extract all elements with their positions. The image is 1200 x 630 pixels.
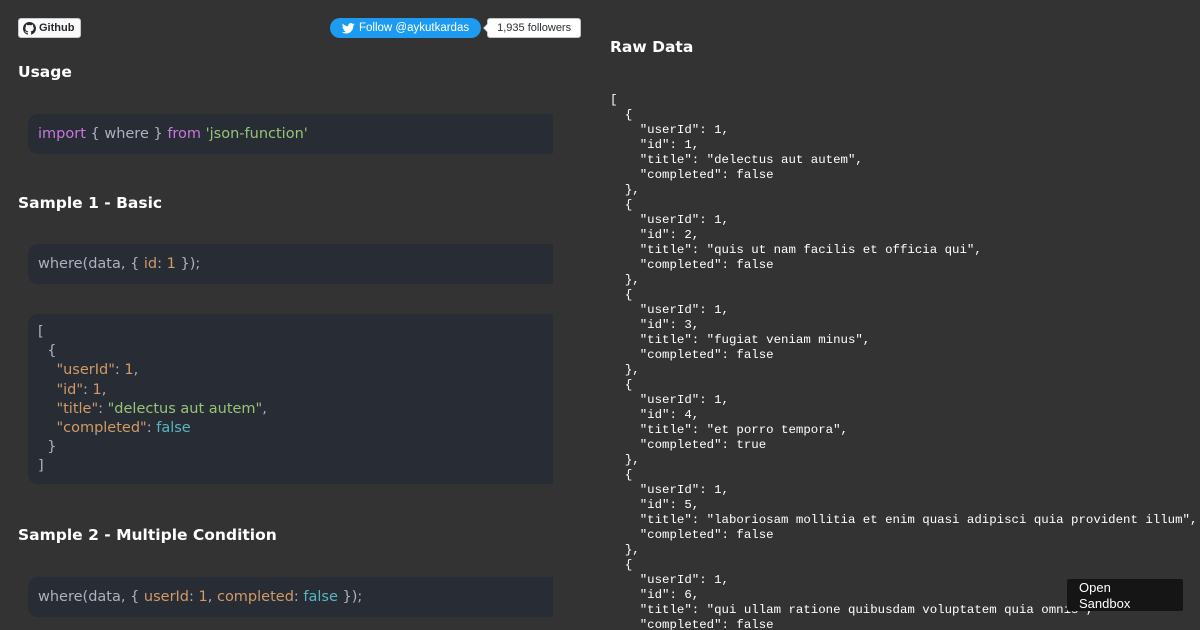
open-sandbox-button[interactable]: Open Sandbox xyxy=(1067,579,1183,611)
code-token: : xyxy=(83,381,93,398)
code-token: where(data, { xyxy=(38,256,144,272)
code-token: 1 xyxy=(124,362,134,379)
sample1-code-block: where(data, { id: 1 }); xyxy=(28,244,553,284)
code-line: ] xyxy=(38,457,553,476)
code-token: 1 xyxy=(166,256,176,272)
left-panel: Github Follow @aykutkardas 1,935 followe… xyxy=(0,0,590,630)
code-token: : xyxy=(98,400,108,417)
code-token: : xyxy=(114,362,125,379)
code-token: "userId" xyxy=(56,362,115,379)
code-token: } xyxy=(38,439,57,456)
code-token: id xyxy=(143,256,158,272)
code-token: import xyxy=(38,126,86,142)
code-token: : xyxy=(293,589,304,605)
code-token: 1 xyxy=(198,589,208,605)
code-token: : xyxy=(189,589,199,605)
code-token: from xyxy=(167,126,202,142)
page: Github Follow @aykutkardas 1,935 followe… xyxy=(0,0,1200,630)
code-token: "title" xyxy=(56,400,99,417)
sample2-heading: Sample 2 - Multiple Condition xyxy=(18,526,277,544)
code-line: [ xyxy=(38,323,553,342)
github-label: Github xyxy=(39,22,75,34)
code-token: , xyxy=(133,362,139,379)
code-token: "delectus aut autem" xyxy=(107,400,263,417)
code-line: { xyxy=(38,342,553,361)
code-token: , xyxy=(101,381,107,398)
followers-count[interactable]: 1,935 followers xyxy=(483,18,582,38)
code-line: } xyxy=(38,438,553,457)
raw-data-panel: Raw Data [ { "userId": 1, "id": 1, "titl… xyxy=(598,0,1200,630)
code-line: "title": "delectus aut autem", xyxy=(38,400,553,419)
open-sandbox-label-line1: Open xyxy=(1079,580,1111,595)
code-token: }); xyxy=(175,256,201,272)
code-line: "id": 1, xyxy=(38,381,553,400)
github-icon xyxy=(23,21,36,35)
code-token: : xyxy=(157,256,167,272)
code-token: 1 xyxy=(92,381,102,398)
code-token: { xyxy=(38,343,57,360)
twitter-follow-button[interactable]: Follow @aykutkardas xyxy=(330,18,482,38)
usage-heading: Usage xyxy=(18,63,72,81)
code-token: , xyxy=(262,400,267,417)
twitter-follow-widget: Follow @aykutkardas 1,935 followers xyxy=(330,18,582,38)
open-sandbox-label-line2: Sandbox xyxy=(1079,596,1131,611)
sample1-result-block: [ { "userId": 1, "id": 1, "title": "dele… xyxy=(28,314,553,484)
code-token: "completed" xyxy=(56,420,147,437)
code-line: "completed": false xyxy=(38,419,553,438)
code-token: "id" xyxy=(56,381,84,398)
sample1-heading: Sample 1 - Basic xyxy=(18,194,163,212)
code-token: 'json-function' xyxy=(205,126,308,142)
code-token: false xyxy=(156,420,191,437)
code-token: userId xyxy=(143,589,190,605)
usage-code-block: import { where } from 'json-function' xyxy=(28,114,553,154)
raw-data-heading: Raw Data xyxy=(610,38,694,56)
code-token: where(data, { xyxy=(38,589,144,605)
code-token: ] xyxy=(38,458,44,475)
code-token: , xyxy=(207,589,217,605)
code-line: "userId": 1, xyxy=(38,361,553,380)
follow-label: Follow @aykutkardas xyxy=(359,22,470,34)
code-token: completed xyxy=(216,589,294,605)
code-token: { where } xyxy=(85,126,168,142)
code-token: [ xyxy=(38,324,44,340)
code-token: : xyxy=(146,420,157,437)
twitter-bird-icon xyxy=(342,22,355,34)
github-button[interactable]: Github xyxy=(18,18,82,38)
sample2-code-block: where(data, { userId: 1, completed: fals… xyxy=(28,577,553,617)
code-token: }); xyxy=(337,589,363,605)
raw-data-json: [ { "userId": 1, "id": 1, "title": "dele… xyxy=(610,93,1198,630)
code-token: false xyxy=(303,589,338,605)
